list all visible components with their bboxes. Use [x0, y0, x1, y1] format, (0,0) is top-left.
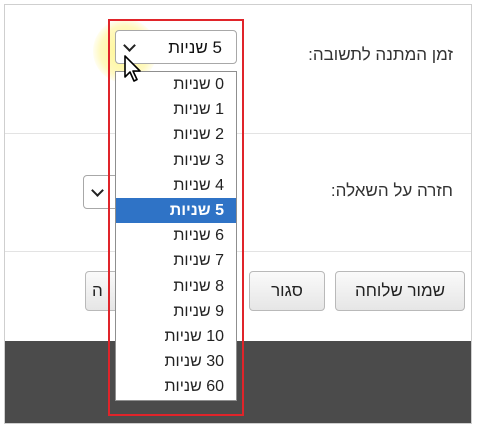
chevron-down-icon [91, 184, 104, 197]
close-button[interactable]: סגור [249, 271, 325, 311]
repeat-question-label: חזרה על השאלה: [330, 181, 453, 200]
save-extension-button[interactable]: שמור שלוחה [335, 271, 465, 311]
mouse-cursor-icon [124, 55, 141, 82]
settings-panel: זמן המתנה לתשובה: 5 שניות חזרה על השאלה:… [4, 4, 472, 424]
wait-time-label: זמן המתנה לתשובה: [308, 45, 453, 64]
